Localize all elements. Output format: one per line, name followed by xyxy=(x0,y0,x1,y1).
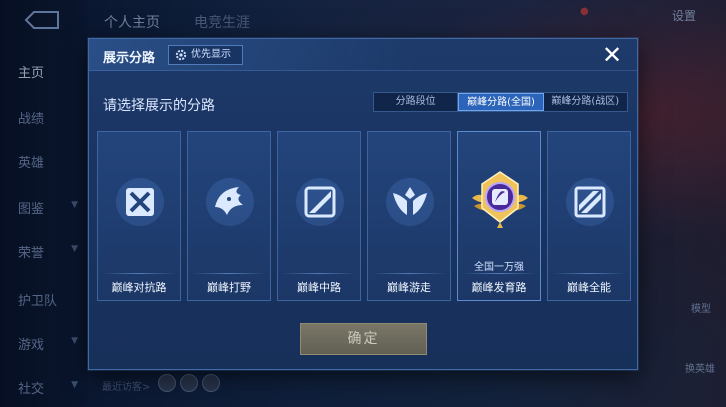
gold-badge-icon xyxy=(472,171,528,228)
gear-icon xyxy=(175,49,187,61)
divider xyxy=(372,273,446,274)
mid-lane-icon xyxy=(296,178,344,226)
rank-text: 全国一万强 xyxy=(474,262,524,273)
priority-display-button[interactable]: 优先显示 xyxy=(168,45,243,65)
divider xyxy=(192,273,266,274)
wing-shield-icon xyxy=(386,178,434,226)
lane-filter-tabs: 分路段位 巅峰分路(全国) 巅峰分路(战区) xyxy=(373,92,628,112)
divider xyxy=(282,273,356,274)
lane-card-roam[interactable]: 巅峰游走 xyxy=(367,131,451,301)
divider xyxy=(102,273,176,274)
lane-card-label: 巅峰全能 xyxy=(567,281,611,294)
divider xyxy=(552,273,626,274)
tab-peak-lane-national[interactable]: 巅峰分路(全国) xyxy=(458,93,544,111)
tab-lane-rank[interactable]: 分路段位 xyxy=(374,93,459,111)
dialog-header: 展示分路 优先显示 ✕ xyxy=(89,39,637,71)
priority-display-label: 优先显示 xyxy=(191,49,231,60)
jungle-beast-icon xyxy=(206,178,254,226)
lane-card-mid[interactable]: 巅峰中路 xyxy=(277,131,361,301)
sword-lane-icon xyxy=(116,178,164,226)
dialog-title: 展示分路 xyxy=(103,51,156,66)
lane-card-label: 巅峰中路 xyxy=(297,281,341,294)
close-button[interactable]: ✕ xyxy=(597,41,627,69)
lane-card-allround[interactable]: 巅峰全能 xyxy=(547,131,631,301)
divider xyxy=(462,273,536,274)
tab-peak-lane-region[interactable]: 巅峰分路(战区) xyxy=(544,93,627,111)
dialog-prompt: 请选择展示的分路 xyxy=(103,98,215,114)
lane-card-label: 巅峰发育路 xyxy=(471,281,527,294)
lane-card-jungle[interactable]: 巅峰打野 xyxy=(187,131,271,301)
lane-card-label: 巅峰游走 xyxy=(387,281,431,294)
all-round-icon xyxy=(566,178,614,226)
lane-card-farm[interactable]: 全国一万强 巅峰发育路 xyxy=(457,131,541,301)
lane-display-dialog: 展示分路 优先显示 ✕ 请选择展示的分路 分路段位 巅峰分路(全国) 巅峰分路(… xyxy=(88,38,638,370)
lane-card-clash[interactable]: 巅峰对抗路 xyxy=(97,131,181,301)
lane-card-label: 巅峰打野 xyxy=(207,281,251,294)
confirm-button[interactable]: 确定 xyxy=(300,323,427,355)
lane-card-label: 巅峰对抗路 xyxy=(111,281,167,294)
